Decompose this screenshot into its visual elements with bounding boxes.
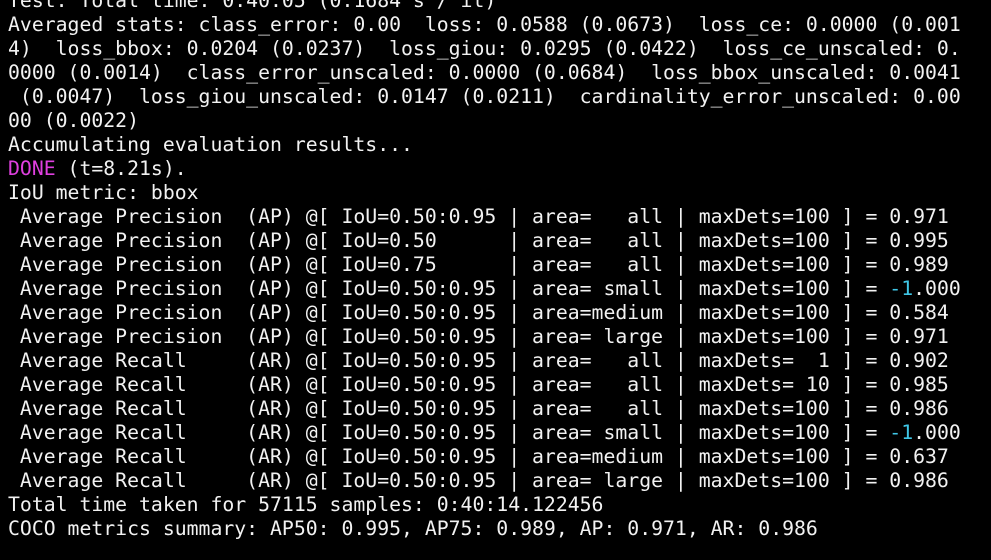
stats-wrap-line: 00 (0.0022) [8, 109, 140, 132]
stats-wrap-line: (0.0047) loss_giou_unscaled: 0.0147 (0.0… [8, 85, 961, 108]
ap-line-prefix: Average Precision (AP) @[ IoU=0.50:0.95 … [8, 277, 890, 300]
done-line: DONE (t=8.21s). [8, 157, 991, 181]
ap-line: Average Precision (AP) @[ IoU=0.50:0.95 … [8, 277, 991, 301]
ap-line: Average Precision (AP) @[ IoU=0.75 | are… [8, 253, 949, 276]
done-keyword: DONE [8, 157, 56, 180]
ap-line-suffix: .000 [913, 277, 961, 300]
terminal-window[interactable]: Test: Total time: 0:40:05 (0.1684 s / it… [0, 0, 991, 560]
done-time: (t=8.21s). [55, 157, 187, 180]
ar-line: Average Recall (AR) @[ IoU=0.50:0.95 | a… [8, 373, 949, 396]
terminal-output: Test: Total time: 0:40:05 (0.1684 s / it… [8, 0, 991, 541]
ar-line: Average Recall (AR) @[ IoU=0.50:0.95 | a… [8, 469, 949, 492]
ap-line: Average Precision (AP) @[ IoU=0.50 | are… [8, 229, 949, 252]
coco-summary-line: COCO metrics summary: AP50: 0.995, AP75:… [8, 517, 818, 540]
negative-value: -1 [889, 421, 914, 444]
ar-line-suffix: .000 [913, 421, 961, 444]
ar-line: Average Recall (AR) @[ IoU=0.50:0.95 | a… [8, 445, 949, 468]
ar-line-prefix: Average Recall (AR) @[ IoU=0.50:0.95 | a… [8, 421, 890, 444]
total-time-line: Test: Total time: 0:40:05 (0.1684 s / it… [8, 0, 497, 12]
stats-wrap-line: 0000 (0.0014) class_error_unscaled: 0.00… [8, 61, 961, 84]
negative-value: -1 [889, 277, 914, 300]
ap-line: Average Precision (AP) @[ IoU=0.50:0.95 … [8, 325, 949, 348]
ar-line: Average Recall (AR) @[ IoU=0.50:0.95 | a… [8, 397, 949, 420]
ar-line: Average Recall (AR) @[ IoU=0.50:0.95 | a… [8, 421, 991, 445]
ap-line: Average Precision (AP) @[ IoU=0.50:0.95 … [8, 205, 949, 228]
accumulating-line: Accumulating evaluation results... [8, 133, 413, 156]
ar-line: Average Recall (AR) @[ IoU=0.50:0.95 | a… [8, 349, 949, 372]
stats-wrap-line: 4) loss_bbox: 0.0204 (0.0237) loss_giou:… [8, 37, 961, 60]
total-samples-line: Total time taken for 57115 samples: 0:40… [8, 493, 604, 516]
averaged-stats-line: Averaged stats: class_error: 0.00 loss: … [8, 13, 961, 36]
iou-metric-line: IoU metric: bbox [8, 181, 199, 204]
ap-line: Average Precision (AP) @[ IoU=0.50:0.95 … [8, 301, 949, 324]
